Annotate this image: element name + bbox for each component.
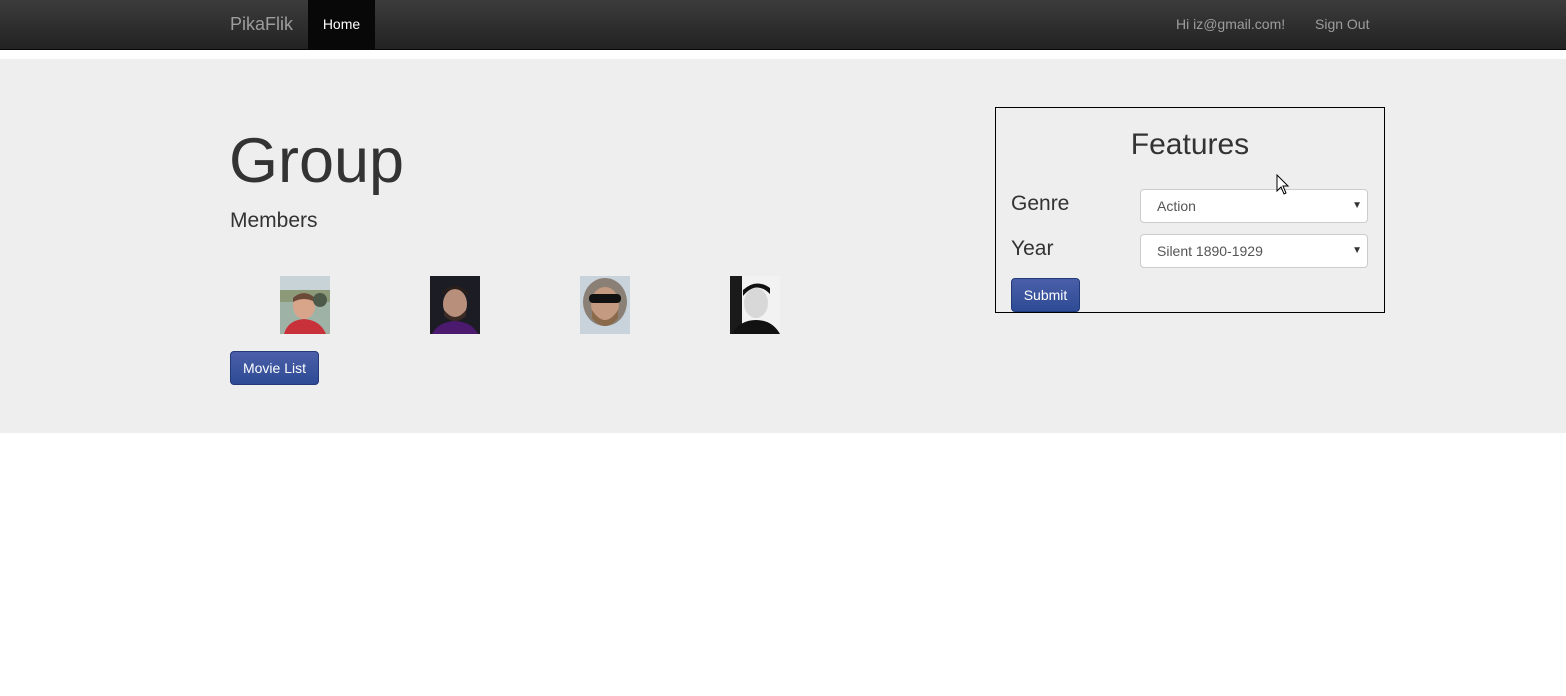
year-label: Year (1011, 237, 1054, 260)
genre-label: Genre (1011, 192, 1070, 215)
year-select[interactable]: Silent 1890-1929 ▼ (1140, 234, 1368, 268)
genre-selected-value: Action (1157, 198, 1196, 214)
member-avatar-2[interactable] (430, 276, 480, 334)
member-avatar-4[interactable] (730, 276, 780, 334)
mouse-cursor-icon (1276, 174, 1290, 195)
page-title: Group (229, 126, 405, 196)
brand-link[interactable]: PikaFlik (230, 0, 293, 48)
top-navbar: PikaFlik Home Hi iz@gmail.com! Sign Out (0, 0, 1566, 50)
avatar-icon (730, 276, 780, 334)
member-avatar-1[interactable] (280, 276, 330, 334)
avatar-icon (430, 276, 480, 334)
member-avatar-3[interactable] (580, 276, 630, 334)
nav-home-link[interactable]: Home (308, 0, 375, 49)
user-greeting[interactable]: Hi iz@gmail.com! (1176, 0, 1285, 48)
sign-out-link[interactable]: Sign Out (1315, 0, 1369, 48)
features-title: Features (1130, 128, 1250, 161)
members-heading: Members (230, 209, 318, 232)
avatar-icon (280, 276, 330, 334)
movie-list-button[interactable]: Movie List (230, 351, 319, 385)
avatar-icon (580, 276, 630, 334)
features-panel: Features Genre Action ▼ Year Silent 1890… (995, 107, 1385, 313)
year-selected-value: Silent 1890-1929 (1157, 243, 1263, 259)
genre-select[interactable]: Action ▼ (1140, 189, 1368, 223)
group-section: Group Members Movie List Features Genre … (0, 59, 1566, 433)
submit-button[interactable]: Submit (1011, 278, 1080, 312)
chevron-down-icon: ▼ (1352, 245, 1362, 256)
chevron-down-icon: ▼ (1352, 200, 1362, 211)
